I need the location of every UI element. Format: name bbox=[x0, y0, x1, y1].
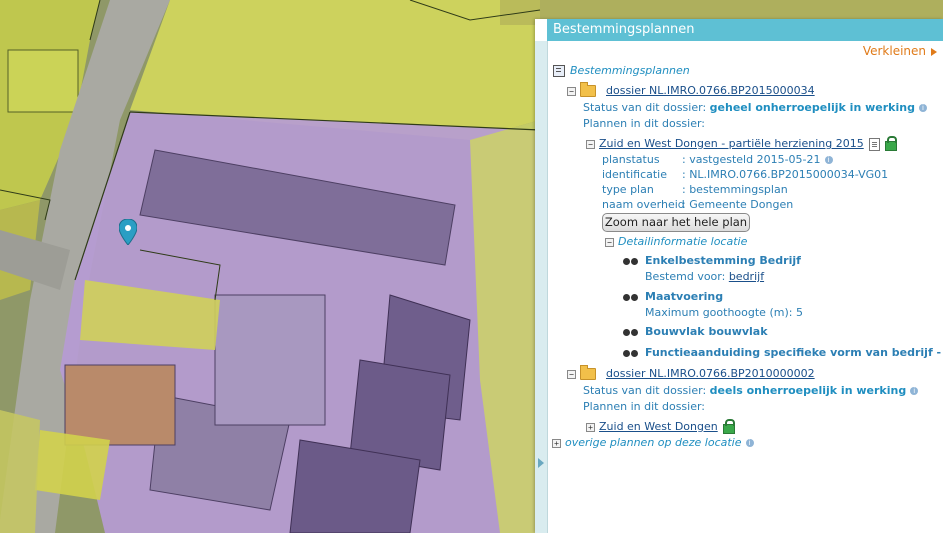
field-row: identificatie : NL.IMRO.0766.BP2015000034… bbox=[602, 168, 888, 182]
tree-root: Bestemmingsplannen bbox=[553, 64, 690, 78]
other-plans-label[interactable]: overige plannen op deze locatie bbox=[565, 436, 742, 449]
info-icon[interactable]: i bbox=[745, 439, 754, 447]
detail-title: Enkelbestemming Bedrijf bbox=[645, 254, 801, 267]
detail-sub-prefix: Bestemd voor: bbox=[645, 270, 729, 283]
dossier1-status: Status van dit dossier: geheel onherroep… bbox=[583, 101, 927, 115]
folder-icon bbox=[580, 82, 596, 97]
collapse-toggle[interactable]: − bbox=[567, 86, 576, 96]
status-value: geheel onherroepelijk in werking bbox=[709, 101, 915, 114]
binoculars-icon[interactable] bbox=[623, 349, 639, 358]
detail-item[interactable]: Maatvoering bbox=[623, 290, 723, 304]
info-icon[interactable]: i bbox=[918, 104, 927, 112]
field-key: identificatie bbox=[602, 168, 668, 181]
status-label: Status van dit dossier: bbox=[583, 384, 707, 397]
collapse-toggle[interactable]: − bbox=[567, 369, 576, 379]
field-value: : NL.IMRO.0766.BP2015000034-VG01 bbox=[682, 168, 889, 181]
detail-title: Functieaanduiding specifieke vorm van be… bbox=[645, 346, 943, 359]
detail-item[interactable]: Enkelbestemming Bedrijf bbox=[623, 254, 801, 268]
detail-label: Detailinformatie locatie bbox=[618, 235, 748, 248]
panel-collapse-strip[interactable] bbox=[535, 41, 548, 533]
document-icon[interactable] bbox=[868, 137, 880, 151]
dossier2-plans-label: Plannen in dit dossier: bbox=[583, 400, 706, 413]
expand-toggle[interactable]: + bbox=[586, 422, 595, 432]
info-icon[interactable]: i bbox=[824, 156, 833, 164]
dossier2-link[interactable]: dossier NL.IMRO.0766.BP2010000002 bbox=[606, 367, 815, 380]
field-key: planstatus bbox=[602, 153, 660, 166]
dossier2-status: Status van dit dossier: deels onherroepe… bbox=[583, 384, 919, 398]
binoculars-icon[interactable] bbox=[623, 293, 639, 302]
field-value: : vastgesteld 2015-05-21 bbox=[682, 153, 821, 166]
map-pin-icon[interactable] bbox=[119, 219, 137, 245]
lock-icon bbox=[884, 135, 897, 151]
shrink-label: Verkleinen bbox=[862, 44, 926, 58]
dossier2-row[interactable]: − dossier NL.IMRO.0766.BP2010000002 bbox=[567, 365, 815, 381]
detail-section[interactable]: − Detailinformatie locatie bbox=[605, 235, 747, 249]
field-row: type plan : bestemmingsplan bbox=[602, 183, 788, 197]
folder-icon bbox=[580, 365, 596, 380]
tree-icon bbox=[553, 65, 565, 77]
shrink-button[interactable]: Verkleinen bbox=[863, 44, 937, 58]
play-arrow-icon bbox=[931, 47, 937, 56]
dossier1-plans-label: Plannen in dit dossier: bbox=[583, 117, 706, 130]
bedrijf-link[interactable]: bedrijf bbox=[729, 270, 764, 283]
detail-title: Maatvoering bbox=[645, 290, 724, 303]
plan1-link[interactable]: Zuid en West Dongen - partiële herzienin… bbox=[599, 137, 864, 150]
tree-root-label: Bestemmingsplannen bbox=[570, 64, 690, 77]
status-label: Status van dit dossier: bbox=[583, 101, 707, 114]
field-key: naam overheid bbox=[602, 198, 685, 211]
detail-sub: Bestemd voor: bedrijf bbox=[645, 270, 764, 284]
field-row: naam overheid: Gemeente Dongen bbox=[602, 198, 793, 212]
detail-title: Bouwvlak bouwvlak bbox=[645, 325, 768, 338]
field-row: planstatus : vastgesteld 2015-05-21 i bbox=[602, 153, 833, 167]
panel-title: Bestemmingsplannen bbox=[547, 19, 943, 41]
detail-item[interactable]: Bouwvlak bouwvlak bbox=[623, 325, 768, 339]
detail-sub: Maximum goothoogte (m): 5 bbox=[645, 306, 803, 319]
field-value: : Gemeente Dongen bbox=[682, 198, 794, 211]
lock-icon bbox=[722, 418, 735, 434]
field-value: : bestemmingsplan bbox=[682, 183, 788, 196]
plan1-row[interactable]: − Zuid en West Dongen - partiële herzieni… bbox=[586, 135, 897, 151]
plan2-row[interactable]: + Zuid en West Dongen bbox=[586, 418, 735, 434]
expand-toggle[interactable]: + bbox=[552, 438, 561, 448]
collapse-toggle[interactable]: − bbox=[605, 237, 614, 247]
dossier1-link[interactable]: dossier NL.IMRO.0766.BP2015000034 bbox=[606, 84, 815, 97]
info-icon[interactable]: i bbox=[910, 387, 919, 395]
status-value: deels onherroepelijk in werking bbox=[709, 384, 907, 397]
dossier1-row[interactable]: − dossier NL.IMRO.0766.BP2015000034 bbox=[567, 82, 815, 98]
field-key: type plan bbox=[602, 183, 654, 196]
other-plans-row[interactable]: + overige plannen op deze locatie i bbox=[552, 436, 754, 450]
detail-item[interactable]: Functieaanduiding specifieke vorm van be… bbox=[623, 346, 943, 360]
zoom-plan-button[interactable]: Zoom naar het hele plan bbox=[602, 213, 750, 232]
binoculars-icon[interactable] bbox=[623, 257, 639, 266]
expand-arrow-icon[interactable] bbox=[538, 458, 544, 468]
plan2-link[interactable]: Zuid en West Dongen bbox=[599, 420, 718, 433]
binoculars-icon[interactable] bbox=[623, 328, 639, 337]
collapse-toggle[interactable]: − bbox=[586, 139, 595, 149]
